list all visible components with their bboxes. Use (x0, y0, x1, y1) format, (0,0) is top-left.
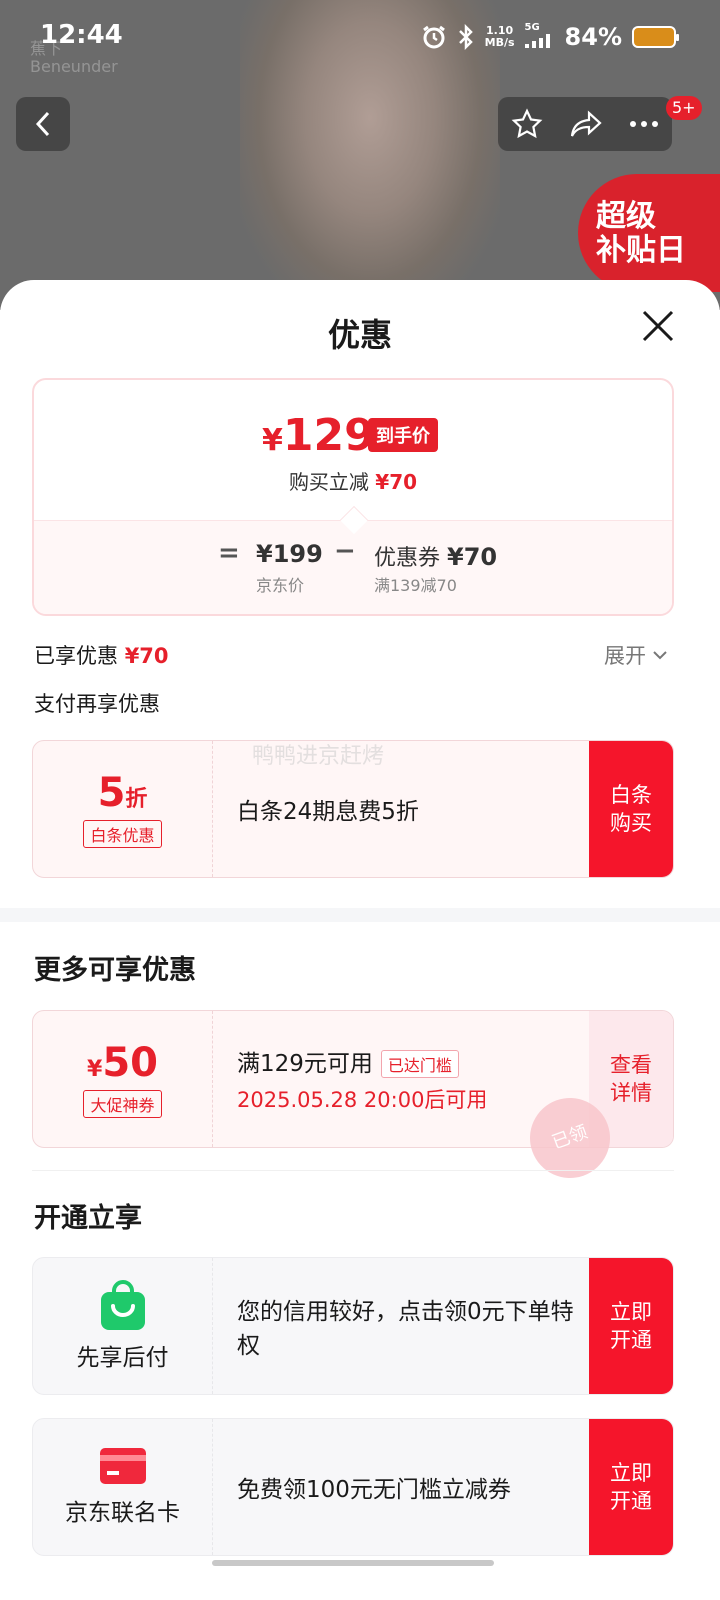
promo-line-2: 补贴日 (596, 233, 686, 268)
signal-type: 5G (524, 22, 540, 33)
enjoyed-amount: ¥70 (124, 644, 169, 668)
enjoyed-label: 已享优惠 (34, 644, 118, 668)
co-branded-card-open-button[interactable]: 立即 开通 (589, 1419, 673, 1555)
section-divider (0, 908, 720, 922)
more-icon[interactable] (629, 120, 659, 128)
minus-sign: − (334, 536, 356, 566)
details-action-line-2: 详情 (610, 1081, 652, 1105)
baitiao-discount-unit: 折 (125, 787, 148, 812)
baitiao-offer-left: 5折 白条优惠 (33, 741, 213, 877)
coupon-valid-time: 2025.05.28 20:00后可用 (237, 1088, 488, 1113)
baitiao-buy-button[interactable]: 白条 购买 (589, 741, 673, 877)
co-branded-card-label: 京东联名卡 (65, 1500, 180, 1526)
coupon-condition: 满139减70 (374, 576, 457, 595)
currency-symbol: ¥ (262, 423, 283, 458)
card-action-line-1: 立即 (610, 1461, 652, 1485)
chevron-left-icon (35, 111, 50, 137)
battery-icon (632, 26, 679, 48)
credit-card-icon (99, 1448, 146, 1484)
coupon-value-number: 50 (102, 1040, 158, 1086)
final-price-tag: 到手价 (368, 418, 438, 452)
co-branded-card-offer: 京东联名卡 免费领100元无门槛立减券 立即 开通 (32, 1418, 674, 1556)
pay-later-left: 先享后付 (33, 1258, 213, 1394)
pay-later-card: 先享后付 您的信用较好，点击领0元下单特权 立即 开通 (32, 1257, 674, 1395)
reduction-label: 购买立减 (288, 470, 369, 494)
reduction-amount: ¥70 (375, 470, 418, 494)
coupon-description: 满129元可用 已达门槛 2025.05.28 20:00后可用 (237, 1011, 577, 1147)
coupon-card-left: ¥50 大促神券 (33, 1011, 213, 1147)
threshold-reached-tag: 已达门槛 (380, 1050, 459, 1079)
enjoyed-discount: 已享优惠 ¥70 (34, 640, 169, 670)
message-count-badge: 5+ (666, 96, 702, 120)
section-separator (32, 1170, 674, 1171)
pay-later-action-line-1: 立即 (610, 1300, 652, 1324)
co-branded-card-left: 京东联名卡 (33, 1419, 213, 1555)
super-subsidy-badge[interactable]: 超级 补贴日 (578, 174, 720, 292)
alarm-icon (422, 25, 445, 49)
coupon-currency: ¥ (87, 1057, 103, 1082)
coupon-tag: 大促神券 (83, 1090, 162, 1118)
promo-line-1: 超级 (596, 199, 656, 234)
price-breakdown-card: ¥129 到手价 购买立减 ¥70 = ¥199 京东价 − 优惠券 ¥70 满… (32, 378, 674, 616)
top-action-group (498, 97, 672, 151)
co-branded-card-description: 免费领100元无门槛立减券 (237, 1477, 511, 1503)
network-speed-unit: MB/s (484, 36, 515, 49)
chevron-down-icon (653, 651, 667, 660)
sheet-title: 优惠 (327, 316, 392, 354)
expand-label: 展开 (604, 644, 646, 668)
coupon-condition-text: 满129元可用 (237, 1050, 373, 1077)
battery-percent: 84% (564, 23, 622, 51)
coupon-amount: ¥70 (447, 543, 498, 571)
status-bar: 12:44 1.10 MB/s 5G 84% (0, 0, 720, 76)
final-price-value: 129 (282, 410, 375, 461)
pay-later-open-button[interactable]: 立即 开通 (589, 1258, 673, 1394)
pay-later-action-line-2: 开通 (610, 1328, 652, 1352)
signal-indicator: 5G (524, 22, 555, 52)
share-icon[interactable] (569, 109, 603, 139)
star-icon[interactable] (511, 108, 543, 140)
network-speed: 1.10 MB/s (485, 25, 515, 49)
close-button[interactable] (640, 308, 676, 344)
jd-price: ¥199 (256, 540, 323, 568)
coupon-discount: 优惠券 ¥70 (374, 540, 497, 572)
baitiao-action-line-1: 白条 (610, 783, 652, 807)
baitiao-tag: 白条优惠 (83, 820, 162, 848)
pay-later-description: 您的信用较好，点击领0元下单特权 (237, 1299, 574, 1359)
equals-sign: = (218, 538, 240, 568)
baitiao-discount-value: 5 (97, 770, 126, 816)
coupon-label: 优惠券 (374, 546, 441, 571)
coupon-value: ¥50 (87, 1040, 158, 1086)
home-indicator[interactable] (212, 1560, 494, 1566)
card-action-line-2: 开通 (610, 1489, 652, 1513)
status-time: 12:44 (40, 20, 123, 50)
bluetooth-icon (458, 24, 473, 50)
baitiao-action-line-2: 购买 (610, 811, 652, 835)
shopping-bag-icon (100, 1280, 145, 1330)
purchase-reduction: 购买立减 ¥70 (34, 466, 672, 495)
close-icon (642, 310, 674, 342)
signal-bars-icon (524, 34, 550, 48)
open-section-title: 开通立享 (34, 1203, 142, 1234)
more-offers-title: 更多可享优惠 (34, 955, 196, 986)
status-icons: 1.10 MB/s 5G 84% (421, 22, 679, 52)
back-button[interactable] (16, 97, 70, 151)
baitiao-discount: 5折 (98, 770, 148, 816)
watermark-text: 鸭鸭进京赶烤 (252, 744, 385, 769)
jd-price-label: 京东价 (256, 576, 305, 595)
price-formula (34, 520, 672, 614)
details-action-line-1: 查看 (610, 1053, 652, 1077)
pay-later-label: 先享后付 (76, 1345, 169, 1371)
final-price: ¥129 (262, 410, 375, 461)
expand-button[interactable]: 展开 (604, 640, 668, 670)
pay-more-heading: 支付再享优惠 (34, 692, 160, 716)
